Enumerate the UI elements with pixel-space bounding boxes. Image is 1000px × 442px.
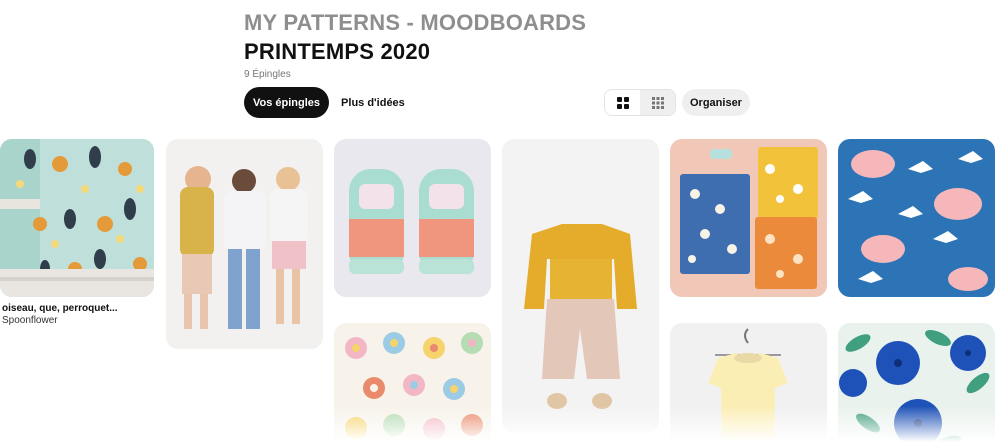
kids-fashion-image (166, 139, 323, 349)
pin-doves-pattern[interactable] (838, 139, 995, 297)
grid-large-icon (616, 96, 629, 109)
pin-source[interactable]: Spoonflower (2, 315, 118, 326)
pin-yellow-top[interactable] (670, 323, 827, 442)
page-title: PRINTEMPS 2020 (244, 39, 431, 64)
pin-toddler-outfit[interactable] (502, 139, 659, 433)
tab-your-pins[interactable]: Vos épingles (244, 87, 330, 118)
pin-sneakers[interactable] (334, 139, 491, 297)
organize-button[interactable]: Organiser (682, 89, 750, 116)
board-header: MY PATTERNS - MOODBOARDS PRINTEMPS 2020 … (244, 10, 586, 80)
toddler-outfit-image (502, 139, 659, 433)
yellow-top-image (670, 323, 827, 442)
view-toggle (604, 89, 676, 116)
view-large-grid-button[interactable] (605, 90, 640, 115)
pin-caption: oiseau, que, perroquet... Spoonflower (2, 303, 118, 326)
board-parent-title[interactable]: MY PATTERNS - MOODBOARDS (244, 10, 586, 36)
pin-blueberry-pattern[interactable] (838, 323, 995, 442)
flower-pattern-image (334, 323, 491, 442)
pin-parrot-wallpaper[interactable] (0, 139, 154, 297)
blueberry-pattern-image (838, 323, 995, 442)
grid-small-icon (651, 96, 664, 109)
doves-pattern-image (838, 139, 995, 297)
parrot-wallpaper-image (0, 139, 154, 297)
tab-more-ideas[interactable]: Plus d'idées (337, 87, 409, 118)
board-tabs: Vos épingles Plus d'idées (244, 87, 409, 118)
pin-count: 9 Épingles (244, 69, 291, 80)
pin-floral-notebooks[interactable] (670, 139, 827, 297)
pin-flower-pattern[interactable] (334, 323, 491, 442)
floral-notebooks-image (670, 139, 827, 297)
pin-kids-fashion[interactable] (166, 139, 323, 349)
view-small-grid-button[interactable] (640, 90, 675, 115)
sneakers-image (334, 139, 491, 297)
pin-title[interactable]: oiseau, que, perroquet... (2, 303, 118, 314)
